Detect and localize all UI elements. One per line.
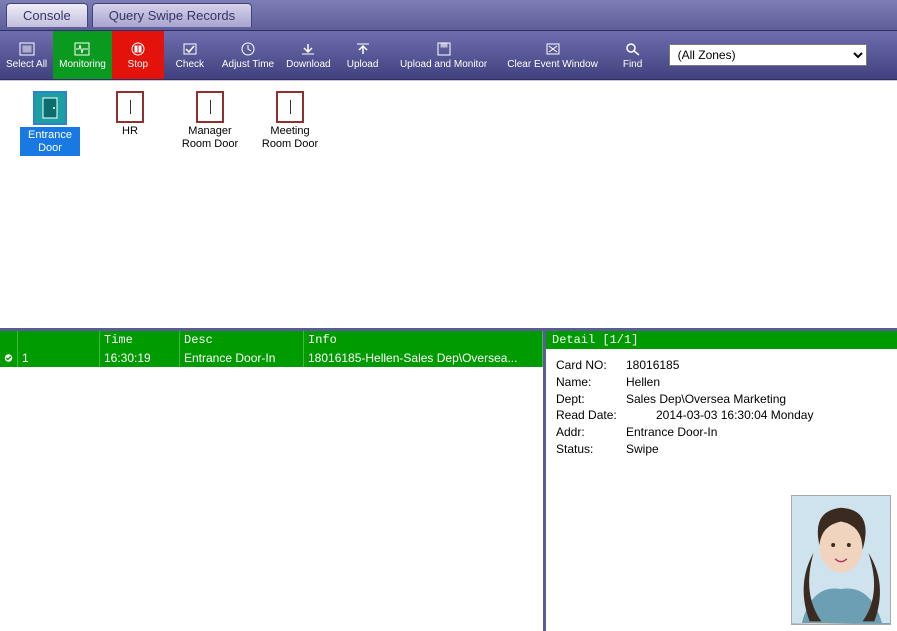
- door-manager-room[interactable]: Manager Room Door: [180, 91, 240, 150]
- stop-button[interactable]: Stop: [112, 31, 164, 79]
- zone-filter: (All Zones): [663, 31, 873, 79]
- door-icon: [33, 91, 67, 125]
- upload-monitor-label: Upload and Monitor: [400, 59, 487, 70]
- detail-name-value: Hellen: [626, 374, 660, 391]
- download-icon: [299, 41, 317, 57]
- monitoring-label: Monitoring: [59, 59, 106, 70]
- upload-button[interactable]: Upload: [337, 31, 389, 79]
- door-icon: [116, 91, 144, 123]
- download-button[interactable]: Download: [280, 31, 336, 79]
- door-label: HR: [122, 125, 138, 138]
- find-label: Find: [623, 59, 642, 70]
- detail-pane: Detail [1/1] Card NO:18016185 Name:Helle…: [546, 331, 897, 631]
- detail-name-label: Name:: [556, 374, 626, 391]
- stop-label: Stop: [128, 59, 149, 70]
- bottom-split: Time Desc Info 1 16:30:19 Entrance Door-…: [0, 328, 897, 631]
- adjust-time-label: Adjust Time: [222, 59, 274, 70]
- zone-select[interactable]: (All Zones): [669, 44, 867, 66]
- monitoring-icon: [73, 41, 91, 57]
- event-row[interactable]: 1 16:30:19 Entrance Door-In 18016185-Hel…: [0, 349, 543, 367]
- detail-readdate-value: 2014-03-03 16:30:04 Monday: [656, 407, 813, 424]
- top-tabs-bar: Console Query Swipe Records: [0, 0, 897, 30]
- detail-card-label: Card NO:: [556, 357, 626, 374]
- door-hr[interactable]: HR: [100, 91, 160, 138]
- clear-icon: [544, 41, 562, 57]
- monitoring-button[interactable]: Monitoring: [53, 31, 112, 79]
- check-icon: [181, 41, 199, 57]
- row-num: 1: [18, 349, 100, 367]
- door-entrance[interactable]: Entrance Door: [20, 91, 80, 156]
- detail-addr-value: Entrance Door-In: [626, 424, 717, 441]
- detail-dept-label: Dept:: [556, 391, 626, 408]
- col-num: [18, 331, 100, 349]
- door-label: Meeting Room Door: [260, 125, 320, 150]
- clock-icon: [239, 41, 257, 57]
- detail-status-value: Swipe: [626, 441, 659, 458]
- find-button[interactable]: Find: [607, 31, 659, 79]
- col-check: [0, 331, 18, 349]
- toolbar: Select All Monitoring Stop Check Adjust …: [0, 30, 897, 80]
- select-all-button[interactable]: Select All: [0, 31, 53, 79]
- door-grid: Entrance Door HR Manager Room Door Meeti…: [0, 80, 897, 328]
- upload-label: Upload: [347, 59, 379, 70]
- search-icon: [624, 41, 642, 57]
- row-info: 18016185-Hellen-Sales Dep\Oversea...: [304, 349, 543, 367]
- select-all-label: Select All: [6, 59, 47, 70]
- row-desc: Entrance Door-In: [180, 349, 304, 367]
- upload-icon: [354, 41, 372, 57]
- person-photo: [791, 495, 891, 625]
- clear-event-label: Clear Event Window: [507, 59, 598, 70]
- check-label: Check: [176, 59, 204, 70]
- tab-query-swipe-records[interactable]: Query Swipe Records: [92, 3, 252, 27]
- col-desc[interactable]: Desc: [180, 331, 304, 349]
- row-time: 16:30:19: [100, 349, 180, 367]
- download-label: Download: [286, 59, 330, 70]
- door-label: Entrance Door: [20, 127, 80, 156]
- door-icon: [196, 91, 224, 123]
- stop-icon: [129, 41, 147, 57]
- door-label: Manager Room Door: [180, 125, 240, 150]
- upload-and-monitor-button[interactable]: Upload and Monitor: [389, 31, 499, 79]
- door-meeting-room[interactable]: Meeting Room Door: [260, 91, 320, 150]
- detail-dept-value: Sales Dep\Oversea Marketing: [626, 391, 786, 408]
- events-body-empty: [0, 367, 543, 631]
- col-time[interactable]: Time: [100, 331, 180, 349]
- detail-status-label: Status:: [556, 441, 626, 458]
- events-pane: Time Desc Info 1 16:30:19 Entrance Door-…: [0, 331, 546, 631]
- tab-console[interactable]: Console: [6, 3, 88, 27]
- detail-addr-label: Addr:: [556, 424, 626, 441]
- select-all-icon: [18, 41, 36, 57]
- clear-event-window-button[interactable]: Clear Event Window: [499, 31, 607, 79]
- detail-header: Detail [1/1]: [546, 331, 897, 349]
- adjust-time-button[interactable]: Adjust Time: [216, 31, 280, 79]
- events-header: Time Desc Info: [0, 331, 543, 349]
- check-button[interactable]: Check: [164, 31, 216, 79]
- col-info[interactable]: Info: [304, 331, 543, 349]
- save-icon: [435, 41, 453, 57]
- detail-readdate-label: Read Date:: [556, 407, 626, 424]
- door-icon: [276, 91, 304, 123]
- row-check-icon: [0, 349, 18, 367]
- detail-card-value: 18016185: [626, 357, 679, 374]
